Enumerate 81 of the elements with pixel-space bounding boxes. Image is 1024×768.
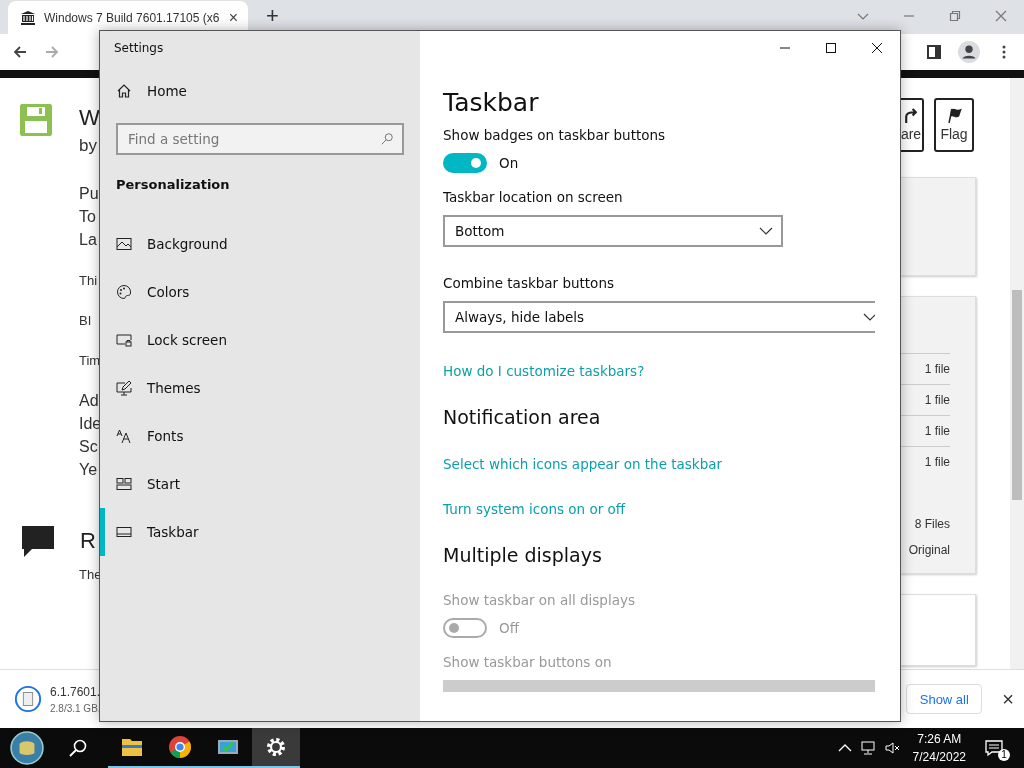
back-arrow-icon[interactable] [12,44,28,60]
setting-label: Combine taskbar buttons [443,275,615,291]
share-icon [903,108,919,124]
download-status: 2.8/3.1 GB, [50,702,101,714]
chrome-icon [168,735,192,759]
byline: by [79,136,98,156]
setting-label: Show taskbar buttons on [443,654,613,670]
flag-button[interactable]: Flag [934,98,974,152]
clock-date[interactable]: 7/24/2022 [912,748,966,766]
meta-text: Pu [79,184,100,204]
download-name: 6.1.7601. [50,684,101,699]
total-files: 8 Files [913,517,950,531]
new-tab-button[interactable]: + [266,3,279,29]
dropdown[interactable]: Always, hide labels [443,301,875,333]
download-progress-icon [14,685,42,713]
setting-label: Taskbar location on screen [443,189,624,205]
section-heading: Multiple displays [443,544,603,566]
toggle-state: On [499,155,519,171]
speech-bubble-icon [20,523,56,559]
toggle-state: Off [499,620,519,636]
clock-time[interactable]: 7:26 AM [912,730,966,748]
scrollbar[interactable] [1010,78,1024,669]
close-button[interactable] [871,42,883,54]
home-icon [116,83,132,99]
meta-text: To [79,207,97,227]
settings-icon [264,735,288,759]
paragraph-text: BI [79,312,93,330]
toggle-switch[interactable] [443,153,487,173]
scroll-thumb[interactable] [1012,290,1022,500]
nav-item[interactable]: Themes [100,364,404,412]
close-icon[interactable] [994,9,1008,23]
detail-text: Sc [79,437,99,457]
search-icon [380,132,394,146]
setting-label: Show badges on taskbar buttons [443,127,667,143]
window-title: Settings [114,41,165,55]
show-all-button[interactable]: Show all [906,684,983,714]
start-orb-icon[interactable] [10,731,44,765]
nav-item[interactable]: Fonts [100,412,404,460]
home-nav-item[interactable]: Home [100,79,404,103]
section-title: R [80,527,96,555]
taskbar-app[interactable] [252,728,300,768]
nav-item[interactable]: Colors [100,268,404,316]
original-label: Original [907,543,950,557]
nav-item[interactable]: Start [100,460,404,508]
pen-monitor-icon [116,380,132,396]
detail-text: Ye [79,460,99,480]
meta-text: La [79,230,98,250]
tab-title: Windows 7 Build 7601.17105 (x6 [44,10,221,25]
article-title: W [79,104,100,132]
close-button[interactable]: × [1002,687,1014,711]
detail-text: Ad [79,391,100,411]
maximize-button[interactable] [825,42,837,54]
taskbar-icon [116,524,132,540]
network-icon[interactable] [860,740,877,756]
lock-screen-icon [116,332,132,348]
restore-icon[interactable] [948,9,962,23]
search-icon[interactable] [68,738,88,758]
notification-icon[interactable] [984,738,1004,758]
tiles-icon [116,476,132,492]
picture-frame-icon [116,236,132,252]
building-icon [20,9,36,26]
section-heading: Notification area [443,406,602,428]
search-field[interactable]: Find a setting [116,123,404,155]
sidebar-icon[interactable] [926,44,942,60]
nav-item[interactable]: Lock screen [100,316,404,364]
dropdown[interactable]: Bottom [443,215,783,247]
section-heading: Personalization [116,177,231,192]
browser-tab[interactable]: Windows 7 Build 7601.17105 (x6 × [8,1,248,34]
profile-icon[interactable] [958,41,980,63]
notification-badge: 1 [998,749,1010,761]
setting-label: Show taskbar on all displays [443,592,636,608]
paragraph-text: Thi [79,272,99,290]
font-size-icon [116,428,132,444]
page-title: Taskbar [443,88,540,117]
paragraph-text: Tim [79,352,102,370]
nav-item[interactable]: Taskbar [100,508,404,556]
flag-icon [946,108,962,124]
nav-item[interactable]: Background [100,220,404,268]
tab-close-button[interactable]: × [228,8,238,27]
palette-icon [116,284,132,300]
muted-speaker-icon[interactable] [884,740,901,756]
